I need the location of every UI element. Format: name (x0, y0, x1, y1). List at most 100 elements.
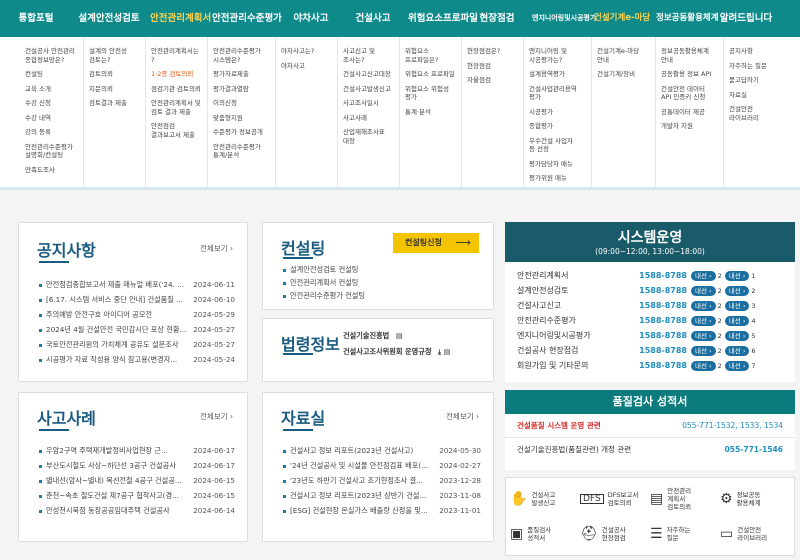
menu-link[interactable]: 건설사업관리용역 평가 (529, 85, 587, 102)
menu-link[interactable]: 검토결과 제출 (89, 99, 141, 108)
menu-link[interactable]: 평가자료제출 (213, 70, 271, 79)
quick-link[interactable]: DFS DFS보고서 검토의뢰 (580, 482, 650, 517)
list-item[interactable]: [6.17. 시스템 서비스 중단 안내] 건설품질 ... 2024-06-10 (39, 292, 235, 307)
menu-link[interactable]: 이의신청 (213, 99, 271, 108)
menu-link[interactable]: 안전관리수준평가 설명회/컨설팅 (25, 143, 79, 160)
menu-link[interactable]: 야차사고 (281, 62, 333, 71)
menu-link[interactable]: 위험요소 프로파일은? (405, 47, 457, 64)
menu-link[interactable]: 수준평가 정보공개 (213, 128, 271, 137)
menu-link[interactable]: 건설기계e-마당 안내 (597, 47, 651, 64)
menu-link[interactable]: 자주하는 질문 (729, 62, 790, 71)
list-item[interactable]: 안전관리수준평가 컨설팅 (283, 289, 481, 302)
law-item[interactable]: 건설기술진흥법 ▤ (343, 331, 403, 341)
menu-link[interactable]: 평가담당자 매뉴 (529, 160, 587, 169)
menu-link[interactable]: 만족도조사 (25, 166, 79, 175)
menu-link[interactable]: 시공평가 (529, 108, 587, 117)
document-icon[interactable]: ▤ (444, 347, 451, 356)
list-item[interactable]: 안성천시북점 동장공공임대주택 건설공사 2024-06-14 (39, 503, 235, 518)
list-item[interactable]: 2024년 4월 건설안전 국민감시단 포상 현황... 2024-05-27 (39, 322, 235, 337)
nav-item-portal[interactable]: 통합포털 (0, 0, 72, 37)
list-item[interactable]: 별내선(암사~별내) 복선전철 4공구 건설공... 2024-06-15 (39, 473, 235, 488)
menu-link[interactable]: 엔지니어링 및 시공평가는? (529, 47, 587, 64)
menu-link[interactable]: 안전관리계획서 및 검토 결과 제출 (151, 99, 203, 116)
menu-link[interactable]: 1·2종 검토의뢰 (151, 70, 203, 79)
quick-link[interactable]: ▣ 품질검사 성적서 (510, 517, 580, 552)
menu-link[interactable]: 사고조사일시 (343, 99, 395, 108)
menu-link[interactable]: 자율점검 (467, 76, 519, 85)
menu-link[interactable]: 위험요소 위험성 평가 (405, 85, 457, 102)
menu-link[interactable]: 사고사례 (343, 114, 395, 123)
menu-link[interactable]: 평가결과열람 (213, 85, 271, 94)
menu-link[interactable]: 안전관리계획서는 ? (151, 47, 203, 64)
nav-item-accident[interactable]: 건설사고 (342, 0, 404, 37)
cases-more-link[interactable]: 전체보기 › (200, 411, 233, 422)
menu-link[interactable]: 컨설팅 (25, 70, 79, 79)
menu-link[interactable]: 정보공동활용체계 안내 (661, 47, 719, 64)
quick-link[interactable]: ⚙ 정보공동 활용체계 (720, 482, 790, 517)
menu-link[interactable]: 강의 등록 (25, 128, 79, 137)
menu-link[interactable]: 설계의 안전성 검토는? (89, 47, 141, 64)
menu-link[interactable]: 개발자 지원 (661, 122, 719, 131)
menu-link[interactable]: 건설안전 데이터 API 인증키 신청 (661, 85, 719, 102)
menu-link[interactable]: 건설사고발생신고 (343, 85, 395, 94)
list-item[interactable]: 안전관리계획서 컨설팅 (283, 276, 481, 289)
nav-item-engineering[interactable]: 엔지니어링및시공평가 (528, 0, 596, 37)
nav-item-machinery[interactable]: 건설기계e-마당 (590, 0, 652, 37)
menu-link[interactable]: 위험요소 프로파일 (405, 70, 457, 79)
nav-item-safety-level[interactable]: 안전관리수준평가 (208, 0, 282, 37)
law-item[interactable]: 건설사고조사위원회 운영규정 ⤓ ▤ (343, 347, 450, 357)
menu-link[interactable]: 공통데이터 제공 (661, 108, 719, 117)
quick-link[interactable]: ⛑ 건설공사 현장점검 (580, 517, 650, 552)
quick-link[interactable]: ▤ 안전관리 계획서 검토의뢰 (650, 482, 720, 517)
list-item[interactable]: 주의예방 안전구호 아이디어 공모전 2024-05-29 (39, 307, 235, 322)
menu-link[interactable]: 검토의뢰 (89, 70, 141, 79)
menu-link[interactable]: 교육 소개 (25, 85, 79, 94)
menu-link[interactable]: 건설안전 라이브러리 (729, 105, 790, 122)
nav-item-hazard-profile[interactable]: 위험요소프로파일 (404, 0, 478, 37)
quick-link[interactable]: ▭ 건설안전 라이브러리 (720, 517, 790, 552)
menu-link[interactable]: 건설공사 안전관리 종합정보망은? (25, 47, 79, 64)
download-icon[interactable]: ⤓ (438, 347, 441, 356)
menu-link[interactable]: 현장점검은? (467, 47, 519, 56)
list-item[interactable]: 시공평가 자료 작성용 양식 참고용(변경자... 2024-05-24 (39, 352, 235, 367)
document-icon[interactable]: ▤ (396, 331, 403, 340)
menu-link[interactable]: 사고신고 및 조사는? (343, 47, 395, 64)
list-item[interactable]: 춘천~속초 철도건설 제7공구 협착사고(경... 2024-06-15 (39, 488, 235, 503)
quick-link[interactable]: ✋ 건설사고 발생신고 (510, 482, 580, 517)
nav-item-notice[interactable]: 알려드립니다 (714, 0, 778, 37)
quick-link[interactable]: ☰ 자주하는 질문 (650, 517, 720, 552)
menu-link[interactable]: 지문의뢰 (89, 85, 141, 94)
menu-link[interactable]: 야차사고는? (281, 47, 333, 56)
menu-link[interactable]: 맞춤형지원 (213, 114, 271, 123)
menu-link[interactable]: 종합평가 (529, 122, 587, 131)
consult-apply-button[interactable]: 컨설팅신청 ⟶ (393, 233, 479, 253)
menu-link[interactable]: 건설사고신고대장 (343, 70, 395, 79)
nav-item-info-sharing[interactable]: 정보공동활용체계 (652, 0, 719, 37)
menu-link[interactable]: 산업재해조사표 대장 (343, 128, 395, 145)
list-item[interactable]: '23년도 하반기 건설사고 조기현정조사 결... 2023-12-28 (283, 473, 481, 488)
nav-item-design-review[interactable]: 설계안전성검토 (72, 0, 146, 37)
menu-link[interactable]: 우수건설 사업자 등 선정 (529, 137, 587, 154)
list-item[interactable]: [ESG] 건설현장 온실가스 배출량 산정을 및... 2023-11-01 (283, 503, 481, 518)
list-item[interactable]: 부산도시철도 사상~하단선 3공구 건설공사 2024-06-17 (39, 458, 235, 473)
menu-link[interactable]: 자료실 (729, 91, 790, 100)
menu-link[interactable]: 수강 신청 (25, 99, 79, 108)
menu-link[interactable]: 통계·분석 (405, 108, 457, 117)
menu-link[interactable]: 수강 내역 (25, 114, 79, 123)
menu-link[interactable]: 설계용역평가 (529, 70, 587, 79)
nav-item-site-check[interactable]: 현장점검 (466, 0, 528, 37)
menu-link[interactable]: 점검기관 검토의뢰 (151, 85, 203, 94)
menu-link[interactable]: 공동활용 정보 API (661, 70, 719, 79)
library-more-link[interactable]: 전체보기 › (446, 411, 479, 422)
menu-link[interactable]: 현장점검 (467, 62, 519, 71)
list-item[interactable]: 우암2구역 주택재개발정비사업현장 근... 2024-06-17 (39, 443, 235, 458)
list-item[interactable]: 설계안전성검토 컨설팅 (283, 263, 481, 276)
menu-link[interactable]: 안전관리수준평가 시스템은? (213, 47, 271, 64)
menu-link[interactable]: 건설기계/장비 (597, 70, 651, 79)
list-item[interactable]: '24년 건설공사 및 시설물 안전점검표 배포(... 2024-02-27 (283, 458, 481, 473)
menu-link[interactable]: 공지사항 (729, 47, 790, 56)
list-item[interactable]: 국토안전관리원의 가치체계 공유도 설문조사 2024-05-27 (39, 337, 235, 352)
list-item[interactable]: 건설사고 정보 리포트(2023년 상반기 건설... 2023-11-08 (283, 488, 481, 503)
menu-link[interactable]: 안전점검 결과보고서 제출 (151, 122, 203, 139)
nav-item-night-accident[interactable]: 야차사고 (280, 0, 342, 37)
